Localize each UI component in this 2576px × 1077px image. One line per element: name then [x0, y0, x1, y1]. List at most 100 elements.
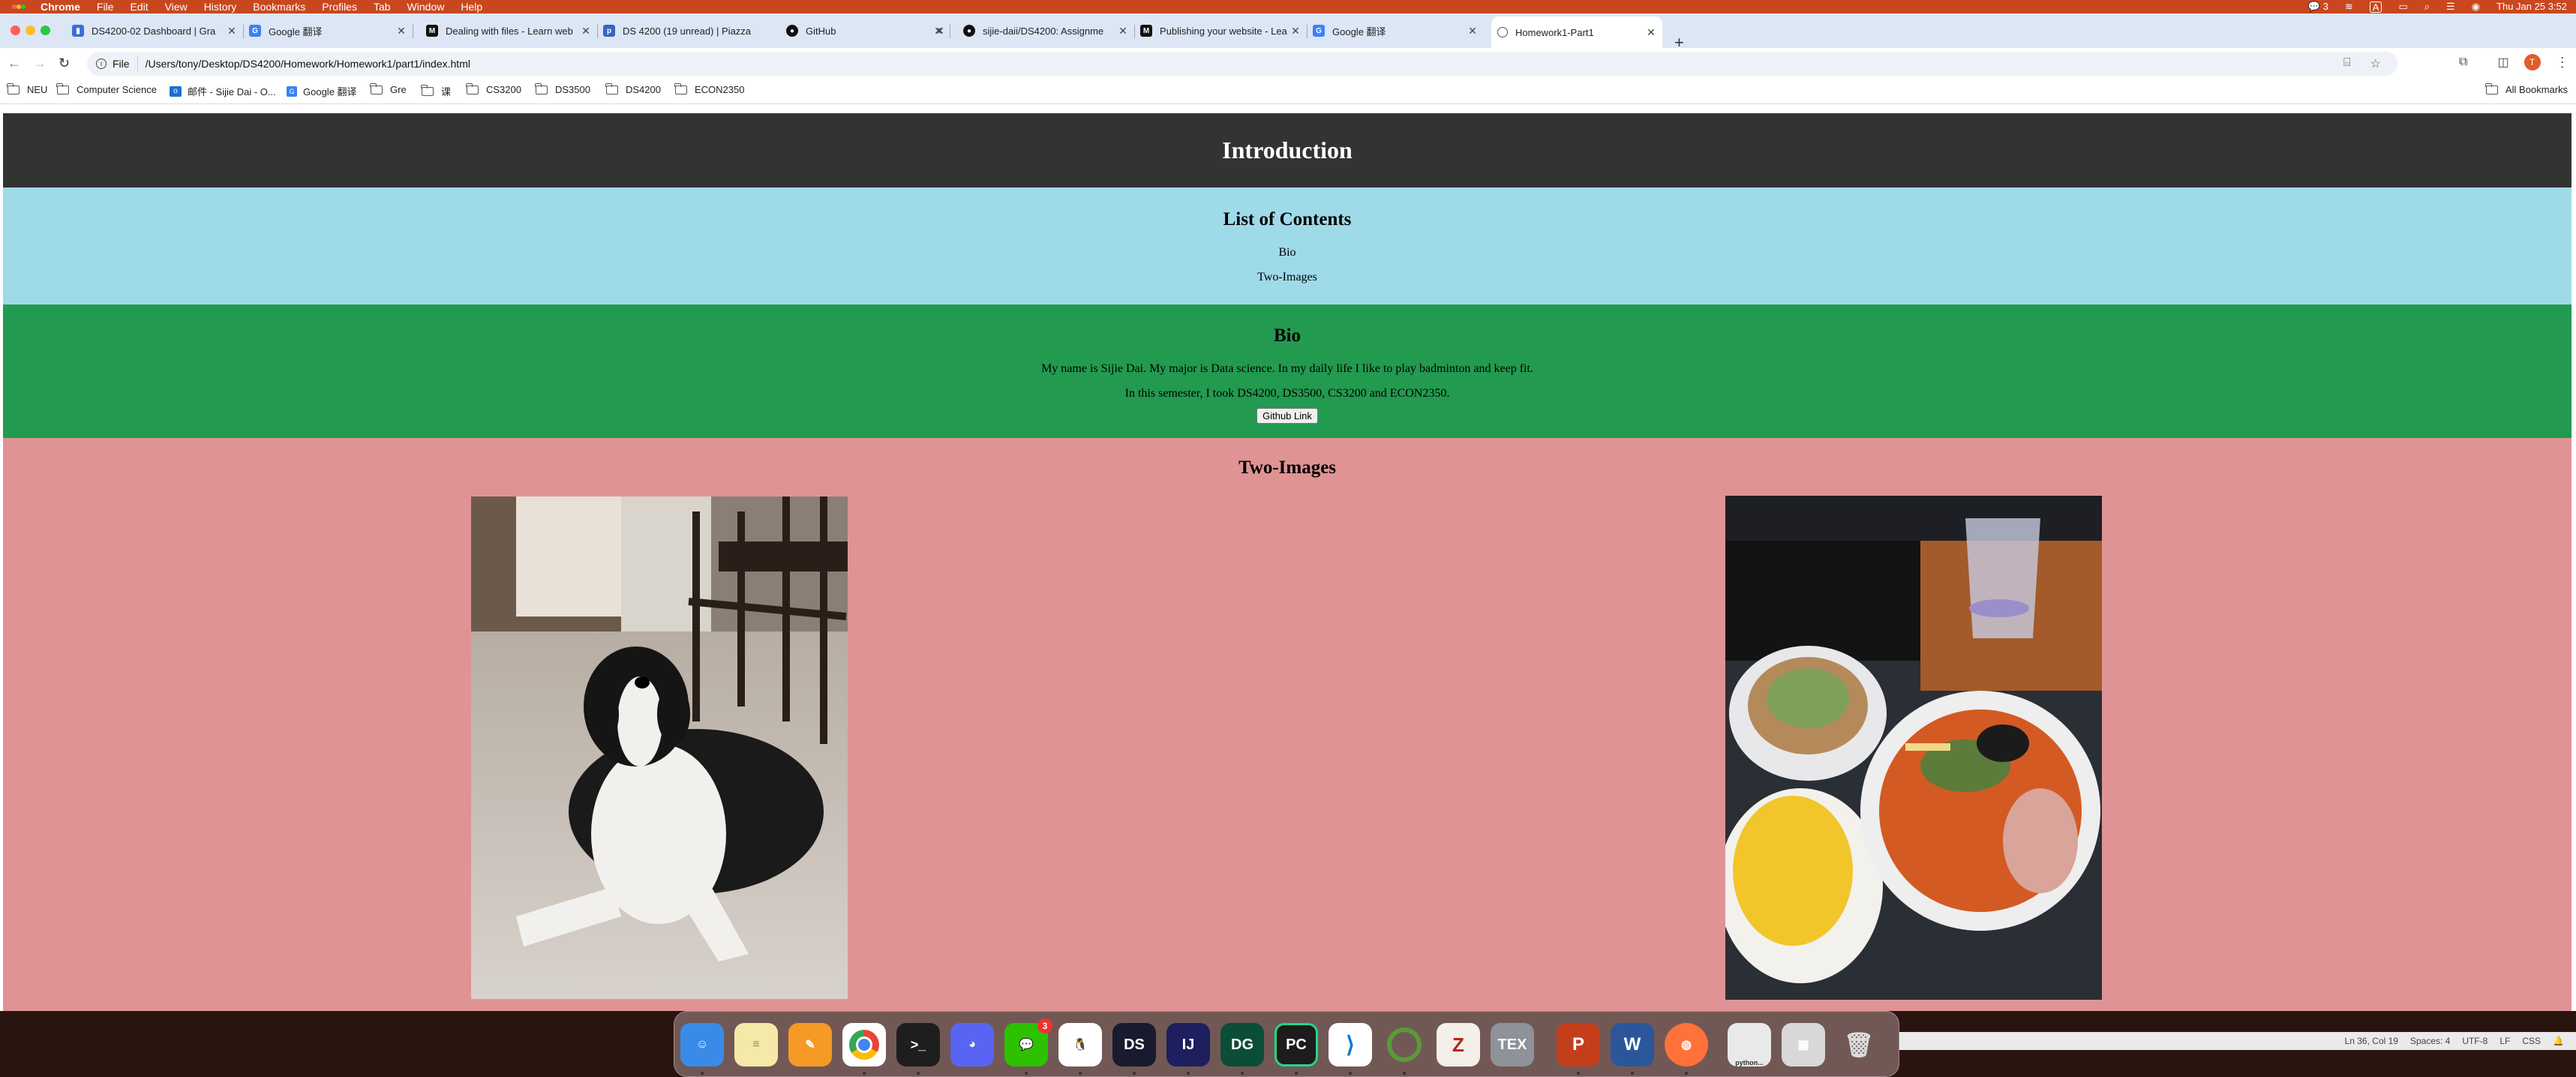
line-ending[interactable]: LF: [2499, 1036, 2510, 1046]
folder-icon: [674, 82, 687, 94]
close-icon[interactable]: ✕: [579, 25, 593, 38]
input-method-icon[interactable]: A: [2369, 1, 2382, 13]
url-text[interactable]: /Users/tony/Desktop/DS4200/Homework/Home…: [146, 58, 470, 70]
bookmark-label: Computer Science: [77, 84, 157, 95]
finder-icon[interactable]: ☺: [680, 1023, 724, 1066]
minimize-window-button[interactable]: [26, 26, 35, 35]
wechat-icon[interactable]: 💬 3: [1004, 1018, 1052, 1066]
wifi-icon[interactable]: ≋: [2345, 0, 2353, 14]
spotlight-search-icon[interactable]: ⌕: [2424, 0, 2430, 14]
tab-google-translate[interactable]: G Google 翻译 ✕: [243, 17, 413, 44]
zoom-window-button[interactable]: [41, 26, 50, 35]
bookmark-google-translate[interactable]: G Google 翻译: [287, 84, 357, 98]
pages-icon[interactable]: ✎: [788, 1023, 832, 1066]
translate-icon[interactable]: ⌸: [2343, 56, 2351, 71]
cursor-position[interactable]: Ln 36, Col 19: [2345, 1036, 2398, 1046]
datagrip-icon[interactable]: DG: [1220, 1023, 1264, 1066]
notifications-bell-icon[interactable]: 🔔: [2553, 1036, 2564, 1046]
tab-homework1-part1[interactable]: Homework1-Part1 ✕: [1491, 16, 1662, 48]
indentation[interactable]: Spaces: 4: [2410, 1036, 2450, 1046]
menu-profiles[interactable]: Profiles: [322, 0, 357, 14]
close-icon[interactable]: ✕: [225, 25, 239, 38]
wechat-status-icon[interactable]: 💬 3: [2308, 0, 2328, 14]
extensions-icon[interactable]: ⧉: [2459, 56, 2467, 69]
dog-photo: [471, 496, 848, 999]
tab-publishing-website[interactable]: M Publishing your website - Lea ✕: [1134, 17, 1308, 44]
siri-icon[interactable]: ◉: [2472, 0, 2480, 14]
bookmark-computer-science[interactable]: Computer Science: [56, 82, 157, 95]
firefox-icon[interactable]: ◍: [1665, 1023, 1708, 1066]
close-icon[interactable]: ✕: [932, 25, 945, 38]
tab-github[interactable]: ● GitHub ✕: [780, 17, 950, 44]
two-images-heading: Two-Images: [1238, 458, 1337, 478]
address-bar[interactable]: i File /Users/tony/Desktop/DS4200/Homewo…: [87, 52, 2397, 76]
menu-tab[interactable]: Tab: [374, 0, 391, 14]
bookmark-ds3500[interactable]: DS3500: [535, 82, 590, 95]
tab-google-translate-2[interactable]: G Google 翻译 ✕: [1307, 17, 1484, 44]
pycharm-icon[interactable]: PC: [1274, 1023, 1318, 1066]
bio-text-line1: My name is Sijie Dai. My major is Data s…: [1041, 362, 1533, 375]
notes-icon[interactable]: ≡: [734, 1023, 778, 1066]
menu-help[interactable]: Help: [461, 0, 482, 14]
bookmark-ke[interactable]: 课: [421, 84, 452, 98]
terminal-icon[interactable]: >_: [896, 1023, 940, 1066]
contents-link-two-images[interactable]: Two-Images: [3, 271, 2571, 284]
bookmark-label: 课: [441, 86, 452, 98]
close-icon[interactable]: ✕: [1466, 25, 1479, 38]
tab-sijie-daii-ds4200[interactable]: ● sijie-daii/DS4200: Assignme ✕: [957, 17, 1135, 44]
control-center-icon[interactable]: ☰: [2446, 0, 2455, 14]
discord-icon[interactable]: ◕: [950, 1023, 994, 1066]
reload-icon[interactable]: ↻: [59, 56, 70, 71]
bookmark-star-icon[interactable]: ☆: [2370, 56, 2381, 71]
lasso-icon[interactable]: [1383, 1023, 1426, 1066]
close-icon[interactable]: ✕: [1116, 25, 1130, 38]
python-window-thumbnail[interactable]: python...: [1728, 1023, 1771, 1066]
bookmark-ds4200[interactable]: DS4200: [605, 82, 661, 95]
menu-window[interactable]: Window: [407, 0, 445, 14]
encoding[interactable]: UTF-8: [2462, 1036, 2487, 1046]
bookmark-econ2350[interactable]: ECON2350: [674, 82, 744, 95]
all-bookmarks-button[interactable]: All Bookmarks: [2485, 82, 2568, 95]
site-info-chip[interactable]: i File: [96, 56, 138, 71]
bio-heading: Bio: [1273, 326, 1302, 346]
menu-file[interactable]: File: [97, 0, 114, 14]
intellij-icon[interactable]: IJ: [1166, 1023, 1210, 1066]
apple-icon[interactable]: [11, 2, 27, 12]
tab-ds4200-dashboard[interactable]: ▮ DS4200-02 Dashboard | Gra ✕: [66, 17, 244, 44]
close-icon[interactable]: ✕: [395, 25, 408, 38]
close-window-button[interactable]: [11, 26, 20, 35]
side-panel-icon[interactable]: ◫: [2497, 55, 2508, 70]
more-menu-icon[interactable]: ⋮: [2556, 55, 2569, 70]
close-icon[interactable]: ✕: [1644, 26, 1658, 39]
contents-link-bio[interactable]: Bio: [3, 246, 2571, 260]
menu-edit[interactable]: Edit: [130, 0, 148, 14]
forward-icon[interactable]: →: [33, 56, 47, 71]
menu-view[interactable]: View: [165, 0, 188, 14]
dataspell-icon[interactable]: DS: [1112, 1023, 1156, 1066]
zotero-icon[interactable]: Z: [1437, 1023, 1480, 1066]
tab-dealing-with-files[interactable]: M Dealing with files - Learn web ✕: [420, 17, 598, 44]
chrome-icon[interactable]: [842, 1023, 886, 1066]
menu-chrome[interactable]: Chrome: [41, 0, 80, 14]
menu-bookmarks[interactable]: Bookmarks: [253, 0, 305, 14]
clock[interactable]: Thu Jan 25 3:52: [2496, 0, 2567, 14]
vscode-icon[interactable]: ⟩: [1329, 1023, 1372, 1066]
close-icon[interactable]: ✕: [1289, 25, 1302, 38]
bookmark-outlook-mail[interactable]: o 邮件 - Sijie Dai - O...: [170, 84, 276, 98]
back-icon[interactable]: ←: [8, 56, 21, 71]
tex-icon[interactable]: TEX: [1491, 1023, 1534, 1066]
bookmark-neu[interactable]: NEU: [7, 82, 47, 95]
trash-icon[interactable]: 🗑: [1837, 1023, 1881, 1066]
battery-icon[interactable]: ▭: [2398, 0, 2407, 14]
window-thumbnail[interactable]: ▦: [1782, 1023, 1825, 1066]
profile-avatar[interactable]: T: [2523, 54, 2541, 70]
menu-history[interactable]: History: [204, 0, 237, 14]
folder-icon: [56, 82, 69, 94]
bookmark-gre[interactable]: Gre: [370, 82, 407, 95]
bookmark-cs3200[interactable]: CS3200: [466, 82, 521, 95]
powerpoint-icon[interactable]: P: [1557, 1023, 1600, 1066]
qq-icon[interactable]: 🐧: [1058, 1023, 1102, 1066]
language-mode[interactable]: CSS: [2522, 1036, 2541, 1046]
github-link-button[interactable]: Github Link: [1256, 408, 1318, 424]
word-icon[interactable]: W: [1611, 1023, 1654, 1066]
